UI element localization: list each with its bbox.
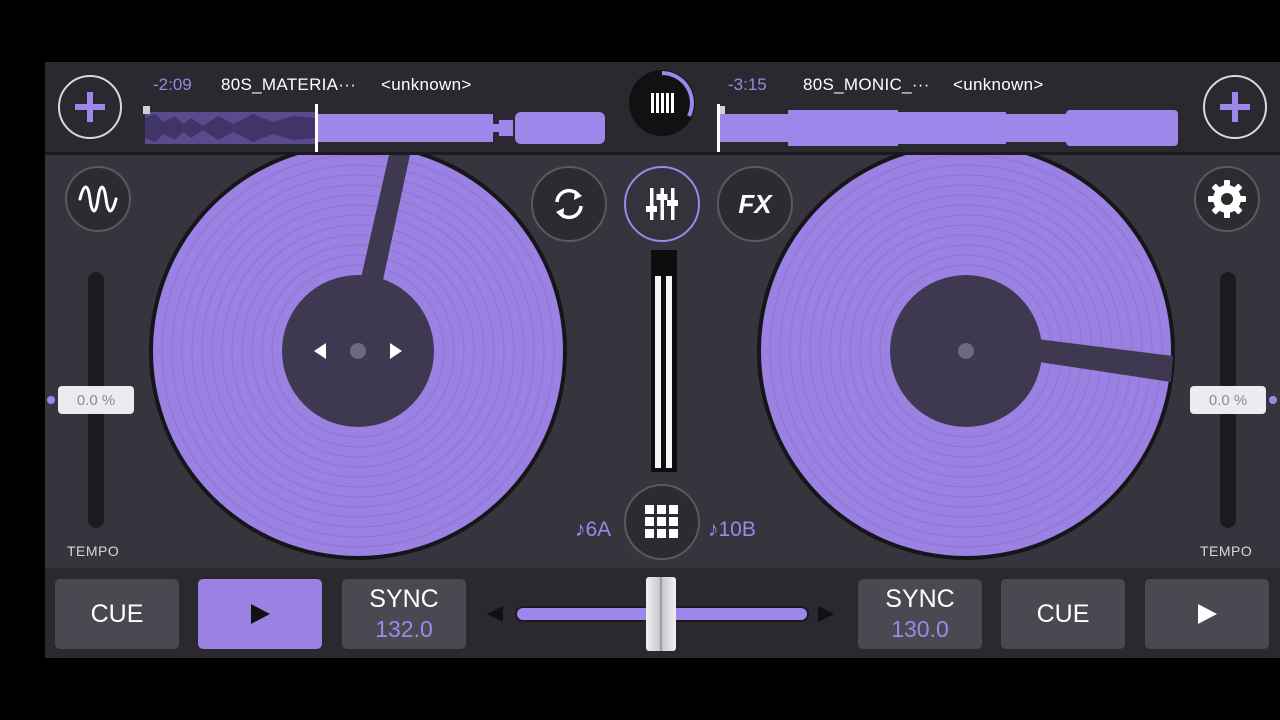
level-meter [651, 250, 677, 472]
left-bpm: 132.0 [375, 616, 433, 642]
sampler-button[interactable] [624, 484, 700, 560]
waveform-mode-button[interactable] [65, 166, 131, 232]
dj-app: -2:09 80S_MATERIA··· <unknown> -3:15 80S… [45, 62, 1280, 658]
left-nudge-forward-icon[interactable] [388, 342, 404, 360]
plus-icon [1220, 92, 1250, 122]
left-sync-label: SYNC [369, 585, 439, 613]
right-track-artist: <unknown> [953, 75, 1044, 94]
crossfader-right-arrow-icon [818, 606, 834, 622]
left-cue-label: CUE [90, 599, 144, 628]
left-turntable[interactable] [149, 140, 569, 560]
right-bpm: 130.0 [891, 616, 949, 642]
right-track-title: 80S_MONIC_··· [803, 75, 930, 94]
load-track-right-button[interactable] [1203, 75, 1267, 139]
right-play-button[interactable] [1145, 579, 1269, 649]
plus-icon [75, 92, 105, 122]
right-cue-label: CUE [1036, 599, 1090, 628]
right-tempo-indicator [1269, 396, 1277, 404]
right-sync-button[interactable]: SYNC 130.0 [858, 579, 982, 649]
sampler-grid-icon [645, 505, 678, 538]
gear-icon [1208, 180, 1246, 218]
play-icon [251, 604, 270, 624]
library-icon [651, 71, 694, 117]
right-turntable[interactable] [757, 140, 1177, 560]
right-cue-button[interactable]: CUE [1001, 579, 1125, 649]
right-tempo-label: TEMPO [1200, 543, 1253, 559]
left-track-artist: <unknown> [381, 75, 472, 94]
sine-wave-icon [78, 185, 118, 213]
right-tempo-value[interactable]: 0.0 % [1190, 386, 1266, 414]
crossfader-knob[interactable] [646, 577, 676, 651]
level-meter-left [655, 276, 661, 468]
mixer-icon [646, 188, 678, 220]
crossfader-left-arrow-icon [487, 606, 503, 622]
mixer-button[interactable] [624, 166, 700, 242]
right-sync-label: SYNC [885, 585, 955, 613]
left-key: ♪6A [575, 518, 612, 541]
left-nudge-back-icon[interactable] [312, 342, 328, 360]
left-cue-button[interactable]: CUE [55, 579, 179, 649]
left-play-button[interactable] [198, 579, 322, 649]
left-track-title: 80S_MATERIA··· [221, 75, 357, 94]
right-time-remaining: -3:15 [728, 75, 767, 94]
left-sync-button[interactable]: SYNC 132.0 [342, 579, 466, 649]
left-time-remaining: -2:09 [153, 75, 192, 94]
settings-button[interactable] [1194, 166, 1260, 232]
right-key: ♪10B [708, 518, 756, 541]
play-icon [1198, 604, 1217, 624]
level-meter-right [666, 276, 672, 468]
library-button[interactable] [629, 70, 695, 136]
left-tempo-value[interactable]: 0.0 % [58, 386, 134, 414]
left-tempo-indicator [47, 396, 55, 404]
left-tempo-label: TEMPO [67, 543, 120, 559]
load-track-left-button[interactable] [58, 75, 122, 139]
